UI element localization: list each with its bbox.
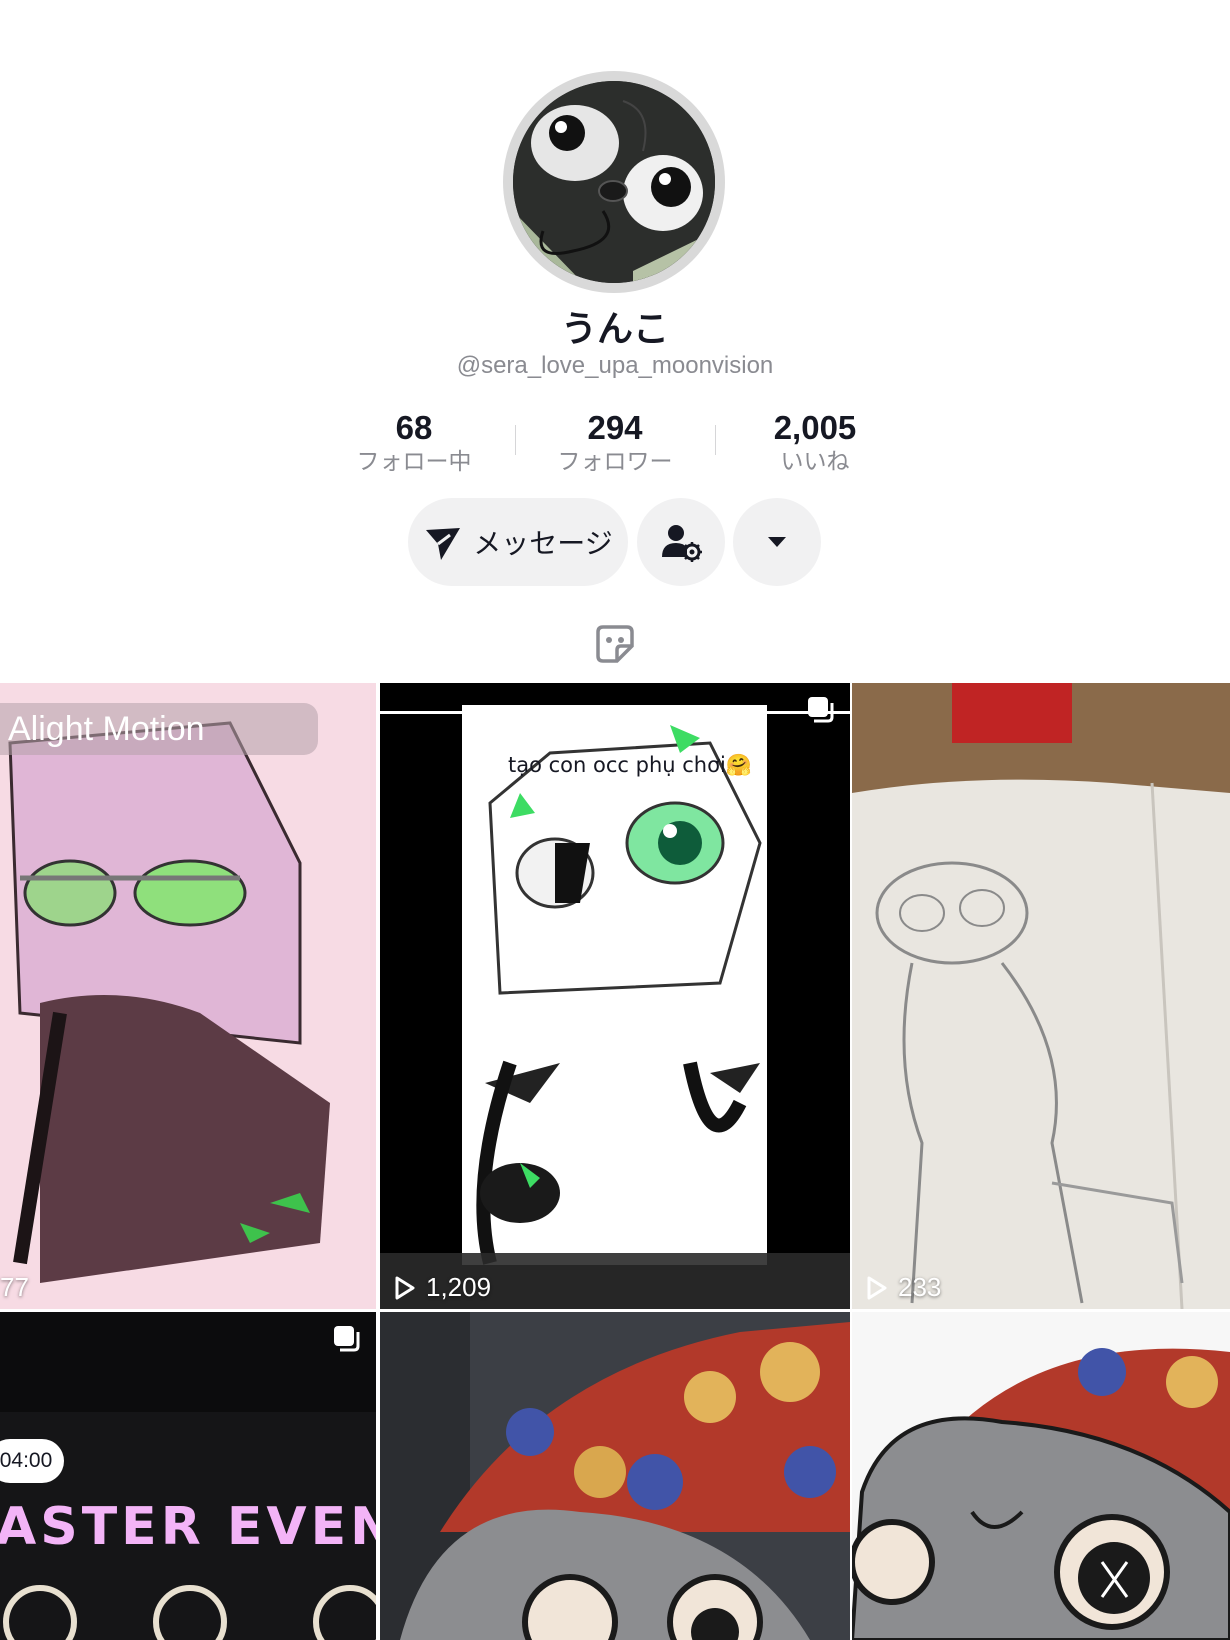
profile-actions: メッセージ: [0, 498, 1230, 588]
video-tile[interactable]: [852, 1312, 1230, 1640]
send-icon: [426, 528, 461, 560]
stat-followers[interactable]: 294 フォロワー: [515, 408, 715, 476]
video-thumbnail: [852, 683, 1230, 1309]
video-caption: tạo con occ phụ chơi🤗: [508, 753, 752, 777]
play-icon: [395, 1276, 415, 1299]
video-caption-badge: Alight Motion: [0, 703, 318, 755]
caret-down-icon: [768, 537, 786, 547]
stats-divider: [515, 425, 516, 455]
view-count: 233: [866, 1272, 941, 1303]
stats-divider: [715, 425, 716, 455]
video-tile[interactable]: tạo con occ phụ chơi🤗 1,209: [380, 683, 850, 1309]
video-thumbnail: [0, 683, 376, 1309]
video-tile[interactable]: Alight Motion 77: [0, 683, 376, 1309]
view-count: 77: [0, 1272, 29, 1303]
avatar-image: [513, 81, 715, 283]
message-button-label: メッセージ: [473, 527, 613, 560]
followers-count: 294: [587, 409, 643, 446]
stat-following[interactable]: 68 フォロー中: [314, 408, 514, 476]
more-button[interactable]: [733, 498, 821, 586]
profile-header: うんこ @sera_love_upa_moonvision 68 フォロー中 2…: [0, 0, 1230, 680]
following-count: 68: [395, 409, 433, 446]
multi-clip-icon: [806, 695, 836, 729]
avatar[interactable]: [503, 71, 725, 293]
video-grid: Alight Motion 77 tạo con occ phụ chơi🤗 1…: [0, 683, 1230, 1640]
user-settings-button[interactable]: [637, 498, 725, 586]
video-caption: ASTER EVEN: [0, 1497, 376, 1557]
view-count-value: 77: [0, 1272, 29, 1302]
followers-label: フォロワー: [557, 449, 673, 475]
message-button[interactable]: メッセージ: [408, 498, 628, 586]
multi-clip-icon: [332, 1324, 362, 1358]
likes-label: いいね: [780, 449, 850, 475]
view-count: 1,209: [394, 1272, 491, 1303]
stat-likes[interactable]: 2,005 いいね: [715, 408, 915, 476]
following-label: フォロー中: [356, 449, 472, 475]
video-thumbnail: [380, 1312, 850, 1640]
display-name: うんこ: [560, 309, 669, 350]
video-tile[interactable]: 233: [852, 683, 1230, 1309]
play-icon: [867, 1276, 887, 1299]
user-settings-icon: [662, 525, 702, 562]
profile-stats: 68 フォロー中 294 フォロワー 2,005 いいね: [0, 408, 1230, 478]
video-tile[interactable]: [380, 1312, 850, 1640]
tab-stickers[interactable]: [595, 624, 635, 668]
view-count-value: 233: [898, 1272, 942, 1302]
video-thumbnail: [852, 1312, 1230, 1640]
view-count-value: 1,209: [426, 1272, 492, 1302]
timer-badge: 04:00: [0, 1439, 64, 1483]
likes-count: 2,005: [773, 409, 857, 446]
username[interactable]: @sera_love_upa_moonvision: [0, 352, 1230, 380]
sticker-icon: [596, 625, 634, 663]
video-tile[interactable]: 04:00 ASTER EVEN: [0, 1312, 376, 1640]
